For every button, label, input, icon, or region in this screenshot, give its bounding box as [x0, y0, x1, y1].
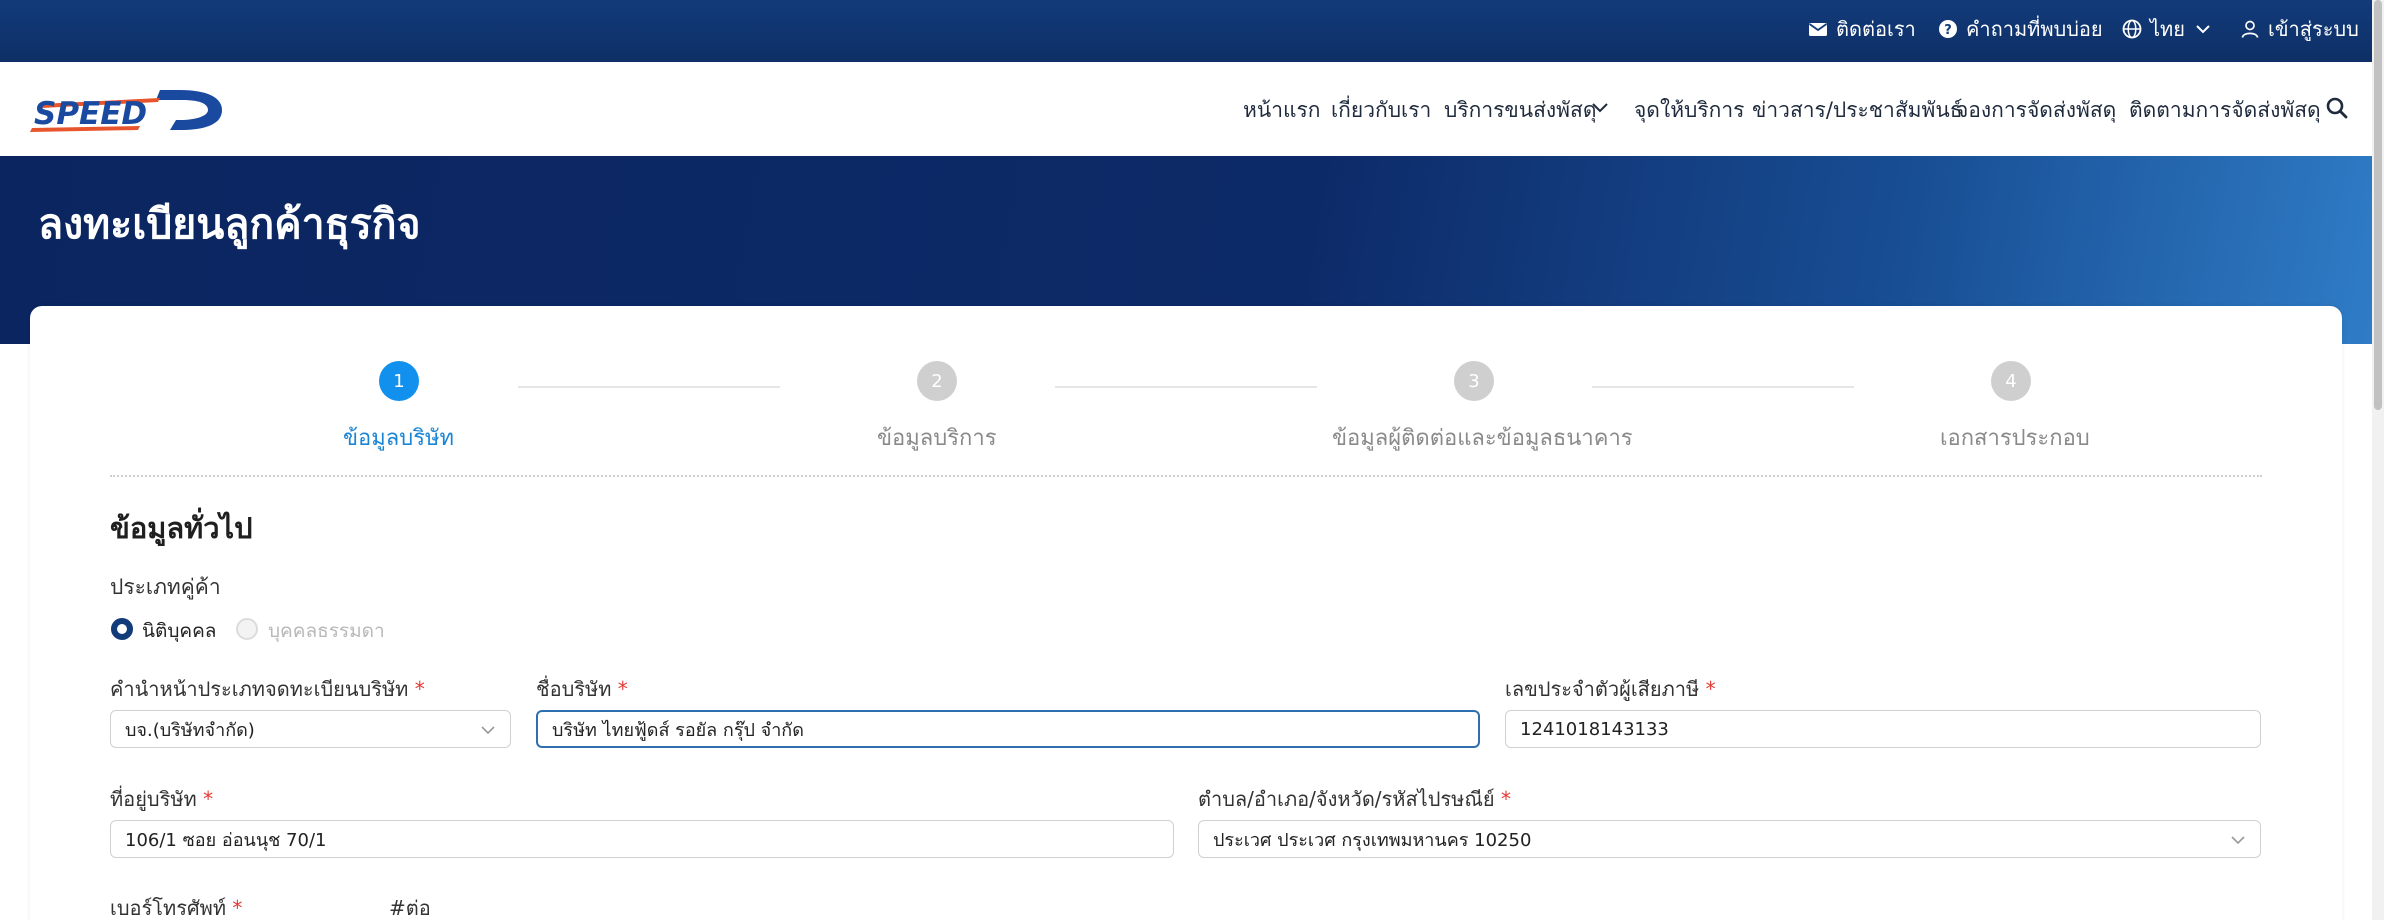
step-connector	[1055, 386, 1317, 388]
nav-service-points[interactable]: จุดให้บริการ	[1634, 94, 1744, 127]
company-prefix-label-text: คำนำหน้าประเภทจดทะเบียนบริษัท	[110, 677, 409, 701]
step-3-indicator[interactable]: 3	[1454, 361, 1494, 401]
radio-juristic-person[interactable]	[111, 618, 133, 640]
radio-individual[interactable]	[236, 618, 258, 640]
chevron-down-icon	[2231, 836, 2245, 845]
radio-juristic-person-label[interactable]: นิติบุคคล	[142, 616, 216, 646]
partner-type-label: ประเภทคู่ค้า	[110, 575, 221, 599]
user-icon	[2241, 20, 2259, 38]
address-input[interactable]: 106/1 ซอย อ่อนนุช 70/1	[110, 820, 1174, 858]
nav-home[interactable]: หน้าแรก	[1243, 94, 1321, 127]
tax-id-input[interactable]: 1241018143133	[1505, 710, 2261, 748]
step-1-indicator[interactable]: 1	[379, 361, 419, 401]
nav-tracking[interactable]: ติดตามการจัดส่งพัสดุ	[2129, 94, 2321, 127]
step-1-label[interactable]: ข้อมูลบริษัท	[343, 420, 454, 455]
nav-news[interactable]: ข่าวสาร/ประชาสัมพันธ์	[1752, 94, 1963, 127]
radio-individual-label[interactable]: บุคคลธรรมดา	[268, 616, 385, 646]
step-3-label[interactable]: ข้อมูลผู้ติดต่อและข้อมูลธนาคาร	[1332, 420, 1633, 455]
extension-label: #ต่อ	[389, 896, 431, 920]
tax-id-label-text: เลขประจำตัวผู้เสียภาษี	[1505, 677, 1700, 701]
scrollbar-thumb[interactable]	[2374, 0, 2382, 410]
required-mark: *	[1501, 787, 1511, 811]
language-selector[interactable]: ไทย	[2122, 0, 2213, 58]
phone-label-text: เบอร์โทรศัพท์	[110, 896, 227, 920]
subdistrict-label-text: ตำบล/อำเภอ/จังหวัด/รหัสไปรษณีย์	[1198, 787, 1495, 811]
svg-text:?: ?	[1944, 23, 1952, 38]
language-label: ไทย	[2150, 17, 2185, 41]
nav-about[interactable]: เกี่ยวกับเรา	[1331, 94, 1431, 127]
company-name-label: ชื่อบริษัท *	[536, 673, 628, 705]
company-name-input[interactable]: บริษัท ไทยฟู้ดส์ รอยัล กรุ๊ป จำกัด	[536, 710, 1480, 748]
chevron-down-icon[interactable]	[1590, 98, 1610, 118]
nav-services[interactable]: บริการขนส่งพัสดุ	[1444, 94, 1596, 127]
subdistrict-label: ตำบล/อำเภอ/จังหวัด/รหัสไปรษณีย์ *	[1198, 783, 1511, 815]
speed-d-logo[interactable]: SPEED	[30, 84, 230, 134]
company-prefix-label: คำนำหน้าประเภทจดทะเบียนบริษัท *	[110, 673, 425, 705]
required-mark: *	[1705, 677, 1716, 701]
login-link[interactable]: เข้าสู่ระบบ	[2240, 0, 2359, 58]
subdistrict-select[interactable]: ประเวศ ประเวศ กรุงเทพมหานคร 10250	[1198, 820, 2261, 858]
page-title: ลงทะเบียนลูกค้าธุรกิจ	[38, 200, 421, 248]
nav-booking[interactable]: จองการจัดส่งพัสดุ	[1956, 94, 2116, 127]
question-circle-icon: ?	[1939, 20, 1957, 38]
section-title: ข้อมูลทั่วไป	[110, 511, 253, 545]
step-connector	[1592, 386, 1854, 388]
step-2-indicator[interactable]: 2	[917, 361, 957, 401]
contact-label: ติดต่อเรา	[1836, 17, 1916, 41]
company-prefix-select[interactable]: บจ.(บริษัทจำกัด)	[110, 710, 511, 748]
step-connector	[518, 386, 780, 388]
phone-label: เบอร์โทรศัพท์ *	[110, 892, 242, 920]
address-label-text: ที่อยู่บริษัท	[110, 787, 197, 811]
required-mark: *	[232, 896, 243, 920]
step-4-indicator[interactable]: 4	[1991, 361, 2031, 401]
address-label: ที่อยู่บริษัท *	[110, 783, 213, 815]
required-mark: *	[617, 677, 628, 701]
step-2-label[interactable]: ข้อมูลบริการ	[877, 420, 997, 455]
envelope-icon	[1808, 23, 1828, 36]
search-icon[interactable]	[2324, 95, 2350, 121]
login-label: เข้าสู่ระบบ	[2268, 17, 2359, 41]
required-mark: *	[203, 787, 214, 811]
contact-link[interactable]: ติดต่อเรา	[1808, 0, 1916, 58]
chevron-down-icon	[481, 726, 495, 735]
chevron-down-icon	[2196, 25, 2210, 34]
faq-label: คำถามที่พบบ่อย	[1966, 17, 2103, 41]
tax-id-label: เลขประจำตัวผู้เสียภาษี *	[1505, 673, 1716, 705]
globe-icon	[2122, 19, 2142, 39]
step-4-label[interactable]: เอกสารประกอบ	[1940, 420, 2090, 455]
company-name-label-text: ชื่อบริษัท	[536, 677, 612, 701]
steps-divider	[110, 475, 2262, 477]
faq-link[interactable]: ? คำถามที่พบบ่อย	[1938, 0, 2103, 58]
required-mark: *	[414, 677, 425, 701]
